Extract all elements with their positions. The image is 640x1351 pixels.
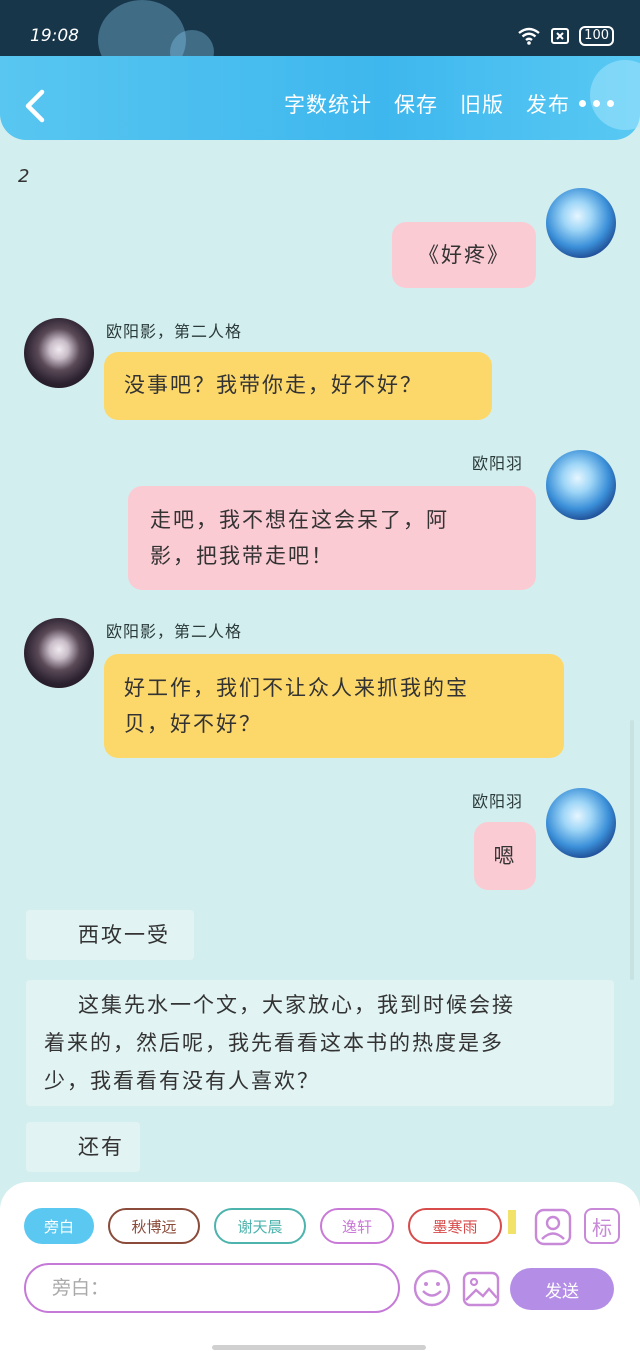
chip-character[interactable]: 墨寒雨: [408, 1208, 502, 1244]
status-icons: 100: [517, 26, 614, 46]
message-bubble[interactable]: 嗯: [474, 822, 536, 890]
chip-label: 秋博远: [131, 1217, 177, 1236]
battery-icon: 100: [579, 26, 614, 46]
top-app-bar: 字数统计 保存 旧版 发布: [0, 56, 640, 140]
speaker-name: 欧阳羽: [472, 792, 524, 811]
message-input[interactable]: 旁白：: [24, 1263, 400, 1313]
message-bubble[interactable]: 《好疼》: [392, 222, 536, 288]
chip-narrator[interactable]: 旁白: [24, 1208, 94, 1244]
avatar-ouyangying[interactable]: [24, 318, 94, 388]
chip-character[interactable]: 秋博远: [108, 1208, 200, 1244]
status-bar: 19:08 100: [0, 0, 640, 80]
chip-label: 谢天晨: [237, 1217, 283, 1236]
tag-label: 标: [592, 1215, 612, 1240]
narration-block[interactable]: 还有: [26, 1122, 140, 1172]
image-icon[interactable]: [462, 1270, 500, 1308]
decor-bubble: [590, 60, 640, 130]
smile-icon[interactable]: [412, 1268, 452, 1308]
message-bubble[interactable]: 走吧，我不想在这会呆了，阿 影，把我带走吧！: [128, 486, 536, 590]
chip-character[interactable]: 逸轩: [320, 1208, 394, 1244]
message-text: 没事吧？我带你走，好不好？: [124, 373, 423, 397]
chip-label: 逸轩: [341, 1217, 372, 1236]
message-text: 《好疼》: [418, 243, 510, 267]
status-time: 19:08: [30, 26, 79, 46]
send-label: 发送: [545, 1281, 579, 1302]
speaker-name: 欧阳影，第二人格: [106, 322, 243, 341]
avatar-ouyangyu[interactable]: [546, 788, 616, 858]
message-bubble[interactable]: 没事吧？我带你走，好不好？: [104, 352, 492, 420]
avatar-ouyangyu[interactable]: [546, 188, 616, 258]
old-version-button[interactable]: 旧版: [460, 89, 504, 119]
speaker-name: 欧阳羽: [472, 454, 524, 473]
chip-label: 墨寒雨: [432, 1217, 478, 1236]
sim-icon: [551, 28, 570, 44]
publish-button[interactable]: 发布: [526, 89, 570, 119]
toolbar-menu: 字数统计 保存 旧版 发布: [284, 89, 570, 119]
save-button[interactable]: 保存: [394, 89, 438, 119]
person-icon[interactable]: [534, 1208, 572, 1246]
message-text: 走吧，我不想在这会呆了，阿: [150, 508, 449, 532]
avatar-ouyangyu[interactable]: [546, 450, 616, 520]
message-text: 影，把我带走吧！: [150, 544, 334, 568]
narration-text: 还有: [78, 1135, 124, 1159]
message-text: 好工作，我们不让众人来抓我的宝: [124, 676, 469, 700]
chip-label: 旁白: [43, 1217, 74, 1236]
narration-block[interactable]: 这集先水一个文，大家放心，我到时候会接 着来的，然后呢，我先看看这本书的热度是多…: [26, 980, 614, 1106]
back-button[interactable]: [20, 86, 50, 126]
speaker-name: 欧阳影，第二人格: [106, 622, 243, 641]
tag-button[interactable]: 标: [584, 1208, 620, 1244]
avatar-ouyangying[interactable]: [24, 618, 94, 688]
home-indicator[interactable]: [212, 1345, 426, 1350]
more-dots-icon[interactable]: [579, 100, 614, 107]
word-count-button[interactable]: 字数统计: [284, 89, 372, 119]
message-text: 嗯: [493, 844, 517, 868]
narration-block[interactable]: 西攻一受: [26, 910, 194, 960]
chip-overflow-edge: [508, 1210, 516, 1234]
send-button[interactable]: 发送: [510, 1268, 614, 1310]
wifi-icon: [518, 27, 540, 45]
narration-text: 少，我看看有没有人喜欢？: [44, 1069, 320, 1093]
narration-text: 西攻一受: [78, 923, 170, 947]
message-text: 贝，好不好？: [124, 712, 262, 736]
scrollbar[interactable]: [630, 720, 634, 980]
chapter-number: 2: [18, 166, 30, 187]
chip-character[interactable]: 谢天晨: [214, 1208, 306, 1244]
narration-text: 着来的，然后呢，我先看看这本书的热度是多: [44, 1031, 504, 1055]
input-placeholder: 旁白：: [52, 1277, 110, 1299]
message-bubble[interactable]: 好工作，我们不让众人来抓我的宝 贝，好不好？: [104, 654, 564, 758]
narration-text: 这集先水一个文，大家放心，我到时候会接: [78, 993, 515, 1017]
